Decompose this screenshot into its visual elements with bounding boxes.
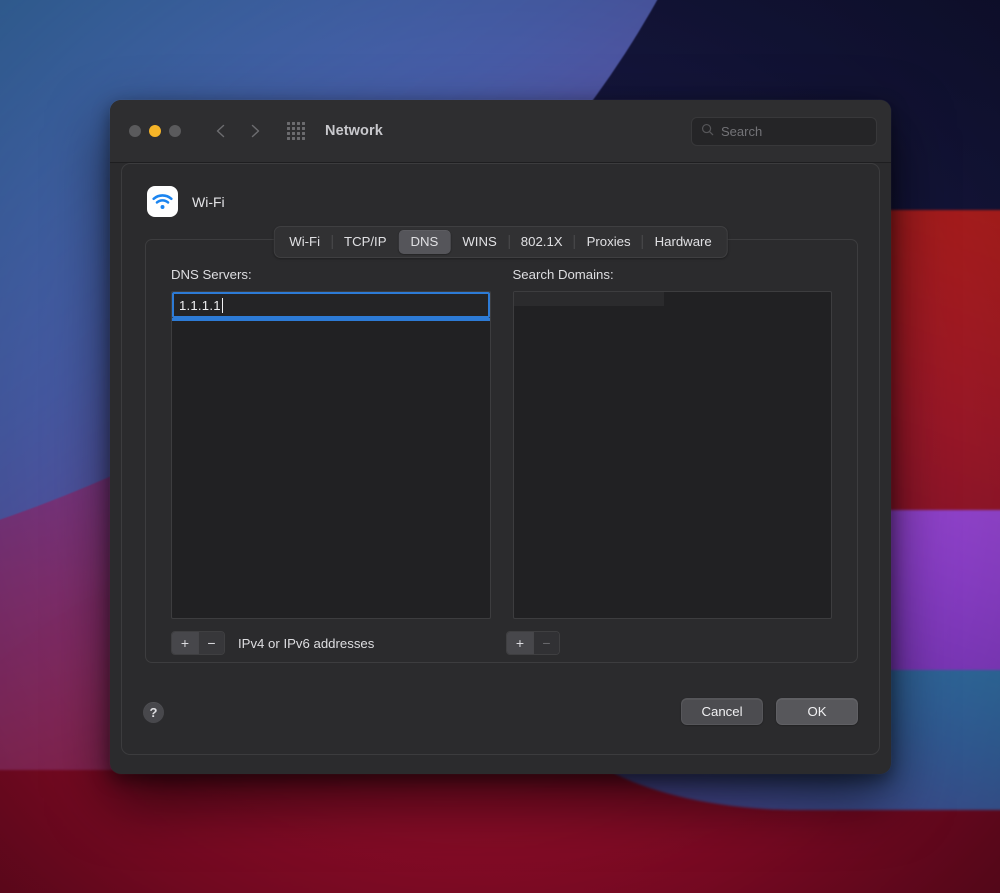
search-domains-list[interactable] bbox=[513, 291, 833, 619]
add-search-domain-button[interactable]: + bbox=[507, 632, 533, 654]
window-titlebar: Network Search bbox=[110, 100, 891, 163]
remove-search-domain-button[interactable]: − bbox=[533, 632, 559, 654]
dns-servers-toolbar: + − IPv4 or IPv6 addresses bbox=[171, 631, 374, 655]
tab-dns[interactable]: DNS bbox=[399, 230, 451, 254]
remove-dns-server-button[interactable]: − bbox=[198, 632, 224, 654]
network-preferences-window: Network Search bbox=[110, 100, 891, 774]
navigation-group bbox=[213, 122, 305, 140]
tab-wins[interactable]: WINS bbox=[450, 230, 508, 254]
desktop-wallpaper: Network Search bbox=[0, 0, 1000, 893]
focus-underline bbox=[172, 318, 490, 321]
close-button[interactable] bbox=[129, 125, 141, 137]
search-domains-header-band bbox=[514, 292, 664, 306]
tab-tcpip[interactable]: TCP/IP bbox=[332, 230, 399, 254]
search-icon bbox=[701, 123, 714, 141]
tab-hardware[interactable]: Hardware bbox=[643, 230, 724, 254]
dns-servers-list[interactable]: 1.1.1.1 bbox=[171, 291, 491, 619]
dns-server-entry-editing[interactable]: 1.1.1.1 bbox=[172, 292, 490, 318]
dns-servers-column: DNS Servers: 1.1.1.1 bbox=[171, 267, 491, 619]
dns-tab-pane: DNS Servers: 1.1.1.1 Search Domains: bbox=[145, 239, 858, 663]
search-input[interactable]: Search bbox=[691, 117, 877, 146]
add-dns-server-button[interactable]: + bbox=[172, 632, 198, 654]
dns-server-value: 1.1.1.1 bbox=[179, 298, 221, 313]
dns-settings-sheet: Wi-Fi Wi-Fi TCP/IP DNS WINS 802.1X Proxi… bbox=[121, 163, 880, 755]
tab-wifi[interactable]: Wi-Fi bbox=[277, 230, 332, 254]
wifi-icon bbox=[147, 186, 178, 217]
help-button[interactable]: ? bbox=[143, 702, 164, 723]
ok-button[interactable]: OK bbox=[776, 698, 858, 725]
tab-proxies[interactable]: Proxies bbox=[575, 230, 643, 254]
settings-tab-bar: Wi-Fi TCP/IP DNS WINS 802.1X Proxies Har… bbox=[273, 226, 728, 258]
show-all-grid-icon[interactable] bbox=[287, 122, 305, 140]
tab-8021x[interactable]: 802.1X bbox=[509, 230, 575, 254]
chevron-left-icon[interactable] bbox=[213, 123, 229, 139]
minimize-button[interactable] bbox=[149, 125, 161, 137]
search-domains-column: Search Domains: bbox=[513, 267, 833, 619]
service-name-label: Wi-Fi bbox=[192, 194, 225, 210]
zoom-button[interactable] bbox=[169, 125, 181, 137]
sheet-action-buttons: Cancel OK bbox=[681, 698, 858, 725]
page-title: Network bbox=[325, 123, 383, 139]
dns-hint-label: IPv4 or IPv6 addresses bbox=[238, 636, 374, 651]
search-placeholder-text: Search bbox=[721, 124, 762, 139]
traffic-light-group bbox=[129, 125, 181, 137]
dns-columns: DNS Servers: 1.1.1.1 Search Domains: bbox=[171, 267, 832, 619]
dns-add-remove-group: + − bbox=[171, 631, 225, 655]
dns-servers-label: DNS Servers: bbox=[171, 267, 491, 282]
search-domains-label: Search Domains: bbox=[513, 267, 833, 282]
text-caret bbox=[222, 298, 224, 313]
chevron-right-icon[interactable] bbox=[247, 123, 263, 139]
service-header: Wi-Fi bbox=[147, 186, 225, 217]
cancel-button[interactable]: Cancel bbox=[681, 698, 763, 725]
sheet-footer: ? Cancel OK bbox=[122, 680, 879, 754]
search-domains-toolbar: + − bbox=[506, 631, 560, 655]
search-domain-add-remove-group: + − bbox=[506, 631, 560, 655]
